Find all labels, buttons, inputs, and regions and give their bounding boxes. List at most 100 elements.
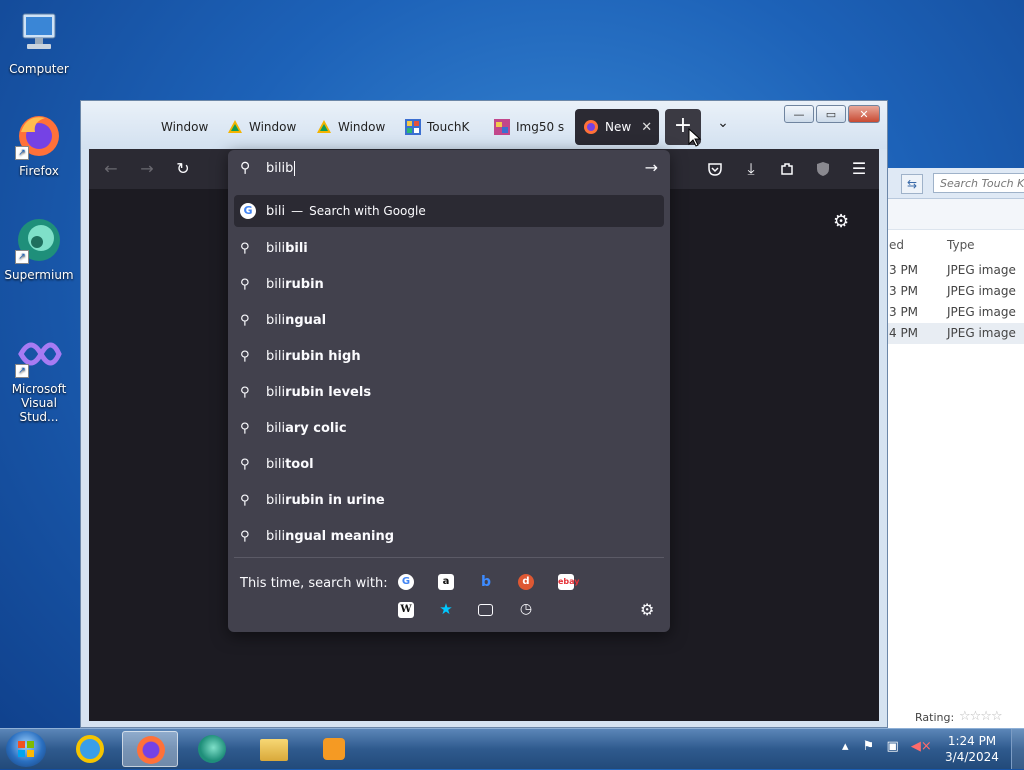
clock-time: 1:24 PM	[947, 734, 997, 748]
taskbar-supermium[interactable]	[184, 731, 240, 767]
supermium-icon	[198, 735, 226, 763]
suggestion-row[interactable]: ⚲ bili rubin in urine	[234, 484, 664, 516]
search-with-google-row[interactable]: G bili — Search with Google	[234, 195, 664, 227]
bing-engine-icon[interactable]: b	[478, 574, 494, 590]
suggestion-row[interactable]: ⚲ bili ngual meaning	[234, 520, 664, 552]
windows-logo-icon	[227, 119, 243, 135]
search-icon: ⚲	[240, 384, 250, 400]
tab-title: TouchK	[427, 120, 470, 134]
desktop-icon-computer[interactable]: Computer	[1, 10, 77, 76]
search-icon: ⚲	[240, 528, 250, 544]
wikipedia-engine-icon[interactable]: W	[398, 602, 414, 618]
column-date-modified[interactable]: ed	[889, 238, 904, 252]
extensions-icon[interactable]	[775, 157, 799, 181]
firefox-icon	[583, 119, 599, 135]
go-arrow-icon[interactable]: →	[645, 158, 658, 177]
tab-4[interactable]: TouchK	[405, 109, 475, 145]
tab-3[interactable]: Window	[316, 109, 386, 145]
action-center-flag-icon[interactable]: ⚑	[863, 739, 875, 754]
taskbar-file-explorer[interactable]	[246, 731, 302, 767]
bookmarks-icon[interactable]: ★	[438, 601, 454, 617]
list-all-tabs-icon[interactable]: ⌄	[713, 115, 733, 135]
show-hidden-icons-icon[interactable]: ▴	[842, 739, 849, 754]
windows-logo-icon	[316, 119, 332, 135]
visual-studio-icon: ↗	[15, 330, 63, 378]
supermium-icon: ↗	[15, 216, 63, 264]
clock-date: 3/4/2024	[945, 750, 999, 764]
refresh-icon[interactable]: ⇆	[901, 174, 923, 194]
customize-gear-icon[interactable]: ⚙	[833, 211, 849, 232]
ebay-engine-icon[interactable]: ebay	[558, 574, 580, 590]
desktop-icon-supermium[interactable]: ↗ Supermium	[1, 216, 77, 282]
firefox-icon: ↗	[15, 112, 63, 160]
suggestion-row[interactable]: ⚲ bili tool	[234, 448, 664, 480]
reload-icon[interactable]: ↻	[171, 157, 195, 181]
maximize-button[interactable]: ▭	[816, 105, 846, 123]
suggestion-row[interactable]: ⚲ bili rubin levels	[234, 376, 664, 408]
tab-strip: Window Window Window TouchK Img50 s New …	[81, 101, 887, 149]
clock[interactable]: 1:24 PM 3/4/2024	[940, 733, 1004, 765]
taskbar-media-player[interactable]	[306, 731, 362, 767]
explorer-search-input[interactable]: Search Touch Ke	[933, 173, 1024, 193]
divider	[234, 557, 664, 558]
close-window-button[interactable]: ✕	[848, 105, 880, 123]
urlbar-dropdown: ⚲ bilib → G bili — Search with Google ⚲ b…	[228, 150, 670, 632]
file-row-selected[interactable]: 4 PM JPEG image	[881, 323, 1024, 344]
history-icon[interactable]: ◷	[518, 601, 534, 617]
suggestion-row[interactable]: ⚲ bili bili	[234, 232, 664, 264]
google-icon: G	[240, 203, 256, 219]
windows-logo-icon	[18, 741, 34, 757]
file-row[interactable]: 3 PM JPEG image	[881, 260, 1024, 281]
suggestion-row[interactable]: ⚲ bili rubin	[234, 268, 664, 300]
file-row[interactable]: 3 PM JPEG image	[881, 302, 1024, 323]
file-row[interactable]: 3 PM JPEG image	[881, 281, 1024, 302]
rating-stars-icon[interactable]: ☆☆☆☆	[959, 709, 1003, 724]
tab-title: Window	[338, 120, 386, 134]
column-type[interactable]: Type	[947, 238, 975, 252]
app-menu-icon[interactable]: ☰	[847, 157, 871, 181]
taskbar: ▴ ⚑ ▣ ◀× 1:24 PM 3/4/2024	[0, 728, 1024, 769]
url-input[interactable]: ⚲ bilib →	[228, 150, 670, 188]
suggestion-row[interactable]: ⚲ bili rubin high	[234, 340, 664, 372]
tab-5[interactable]: Img50 s	[494, 109, 566, 145]
details-pane: Rating: ☆☆☆☆	[881, 708, 1024, 728]
close-tab-icon[interactable]: ✕	[641, 120, 652, 135]
explorer-toolbar: ⇆ Search Touch Ke	[881, 168, 1024, 199]
google-engine-icon[interactable]: G	[398, 574, 414, 590]
ublock-origin-icon[interactable]	[811, 157, 835, 181]
taskbar-internet-explorer[interactable]	[62, 731, 118, 767]
back-icon[interactable]: ←	[99, 157, 123, 181]
volume-muted-icon[interactable]: ◀×	[911, 739, 932, 754]
suggestion-action: Search with Google	[309, 204, 426, 218]
touchkey-image-icon	[405, 119, 421, 135]
tab-new-active[interactable]: New ✕	[575, 109, 659, 145]
desktop-icon-visual-studio[interactable]: ↗ Microsoft Visual Stud...	[1, 330, 77, 424]
search-icon: ⚲	[240, 420, 250, 436]
search-icon: ⚲	[240, 456, 250, 472]
tab-title: New	[605, 120, 632, 134]
folder-icon	[260, 739, 288, 761]
search-icon: ⚲	[240, 492, 250, 508]
search-settings-gear-icon[interactable]: ⚙	[640, 600, 654, 619]
show-desktop-button[interactable]	[1011, 729, 1024, 769]
computer-icon	[15, 10, 63, 58]
duckduckgo-engine-icon[interactable]: d	[518, 574, 534, 590]
search-icon: ⚲	[240, 312, 250, 328]
tab-2[interactable]: Window	[227, 109, 297, 145]
amazon-engine-icon[interactable]: a	[438, 574, 454, 590]
minimize-button[interactable]: —	[784, 105, 814, 123]
suggestion-row[interactable]: ⚲ bili ngual	[234, 304, 664, 336]
taskbar-firefox[interactable]	[122, 731, 178, 767]
media-player-icon	[323, 738, 345, 760]
start-button[interactable]	[6, 731, 46, 767]
forward-icon[interactable]: →	[135, 157, 159, 181]
suggestion-row[interactable]: ⚲ bili ary colic	[234, 412, 664, 444]
search-icon: ⚲	[240, 160, 251, 176]
desktop-icon-firefox[interactable]: ↗ Firefox	[1, 112, 77, 178]
tabs-icon[interactable]	[478, 604, 493, 616]
desktop-icon-label: Computer	[9, 62, 69, 76]
tab-1[interactable]: Window	[161, 109, 211, 145]
network-icon[interactable]: ▣	[886, 739, 898, 754]
pocket-icon[interactable]	[703, 157, 727, 181]
downloads-icon[interactable]: ⤓	[739, 157, 763, 181]
